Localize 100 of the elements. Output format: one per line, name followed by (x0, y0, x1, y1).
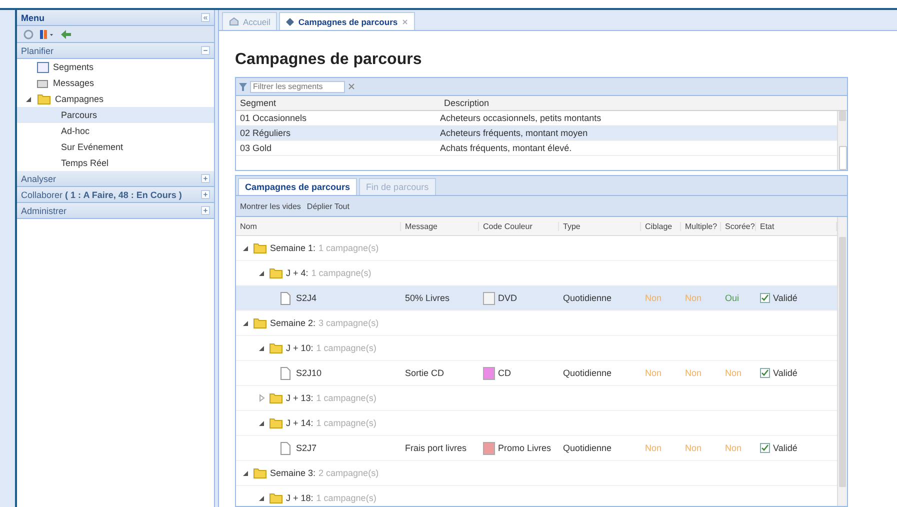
folder-icon (269, 392, 283, 404)
section-title[interactable]: Administrer (21, 206, 67, 216)
expand-icon[interactable] (201, 206, 210, 215)
campaign-row[interactable]: S2J10 Sortie CD CD Quotidienne Non Non Non Validé (236, 361, 837, 386)
flag-cell-text: Non (684, 368, 703, 378)
collapse-button[interactable]: « (201, 13, 210, 22)
message-cell-text: Sortie CD (404, 368, 446, 378)
expanded-arrow-icon[interactable] (242, 319, 250, 327)
folder-icon (253, 242, 267, 254)
checkbox[interactable] (760, 293, 770, 303)
type-cell-text: Quotidienne (562, 368, 613, 378)
segment-row[interactable]: 02 Réguliers Acheteurs fréquents, montant moyen (236, 126, 837, 141)
message-cell-text: 50% Livres (404, 293, 451, 303)
scrollbar[interactable] (837, 217, 847, 506)
collapse-icon[interactable] (201, 46, 210, 55)
group-label[interactable]: J + 13: (286, 393, 314, 403)
section-title[interactable]: Planifier (21, 46, 54, 56)
flag-cell-text: Non (684, 293, 703, 303)
column-header[interactable]: Ciblage (641, 222, 681, 230)
column-header[interactable]: Nom (236, 222, 401, 230)
group-label[interactable]: Semaine 3: (270, 468, 316, 478)
document-icon (280, 292, 291, 304)
description-cell: Acheteurs fréquents, montant moyen (440, 128, 588, 138)
document-icon (280, 442, 291, 454)
column-header[interactable]: Message (401, 222, 479, 230)
group-count: 1 campagne(s) (316, 418, 376, 428)
group-count: 3 campagne(s) (318, 318, 379, 328)
group-label[interactable]: J + 10: (286, 343, 314, 353)
filter-field[interactable]: Filtrer les segments (250, 80, 345, 92)
status-label: Validé (773, 293, 798, 303)
tree-item[interactable]: Ad-hoc (17, 123, 214, 139)
checkbox[interactable] (760, 443, 770, 453)
campaign-row[interactable]: S2J7 Frais port livres Promo Livres Quotidienne Non Non Non Validé (236, 436, 837, 461)
expanded-arrow-icon[interactable] (258, 494, 266, 502)
folder-icon (269, 342, 283, 354)
description-cell: Acheteurs occasionnels, petits montants (440, 113, 602, 123)
clear-icon[interactable] (348, 83, 355, 90)
expanded-arrow-icon[interactable] (25, 95, 33, 103)
campaign-row[interactable]: S2J4 50% Livres DVD Quotidienne Non Non Oui Validé (236, 286, 837, 311)
group-label[interactable]: Semaine 1: (270, 243, 316, 253)
color-code: Promo Livres (498, 443, 552, 453)
expand-icon[interactable] (201, 190, 210, 199)
scrollbar[interactable] (837, 111, 847, 170)
segment-cell-text: 02 Réguliers (239, 128, 292, 138)
checkbox[interactable] (760, 368, 770, 378)
column-header[interactable]: Description (440, 98, 490, 108)
group-count: 1 campagne(s) (316, 343, 376, 353)
tree-item[interactable]: Parcours (17, 107, 214, 123)
section-title[interactable]: Analyser (21, 174, 56, 184)
collapsed-arrow-icon[interactable] (258, 394, 266, 402)
group-label[interactable]: J + 18: (286, 493, 314, 503)
tree-item[interactable]: Segments (53, 62, 94, 72)
expanded-arrow-icon[interactable] (258, 269, 266, 277)
tab[interactable]: Campagnes de parcours (238, 178, 358, 195)
tab-label: Accueil (243, 16, 270, 26)
group-count: 2 campagne(s) (318, 468, 379, 478)
group-count: 1 campagne(s) (316, 493, 376, 503)
tree-item[interactable]: Sur Evénement (17, 139, 214, 155)
expanded-arrow-icon[interactable] (258, 419, 266, 427)
column-header[interactable]: Scorée? (721, 222, 756, 230)
flag-cell-text: Non (724, 443, 743, 453)
column-header[interactable]: Segment (236, 98, 440, 108)
envelope-icon (37, 78, 49, 88)
group-label[interactable]: Semaine 2: (270, 318, 316, 328)
tree-item[interactable]: Messages (53, 78, 94, 88)
color-code: DVD (498, 293, 518, 303)
folder-icon (269, 267, 283, 279)
flag-cell-text: Non (644, 368, 663, 378)
expand-icon[interactable] (201, 174, 210, 183)
color-code: CD (498, 368, 511, 378)
flag-cell-text: Non (724, 368, 743, 378)
campaign-name: S2J4 (296, 293, 317, 303)
folder-icon (269, 492, 283, 504)
campaign-name: S2J7 (296, 443, 317, 453)
folder-icon (253, 317, 267, 329)
type-cell-text: Quotidienne (562, 293, 613, 303)
expanded-arrow-icon[interactable] (242, 244, 250, 252)
segment-row[interactable]: 03 Gold Achats fréquents, montant élevé. (236, 141, 837, 156)
close-icon[interactable] (402, 18, 408, 24)
exit-icon[interactable] (60, 28, 72, 40)
group-label[interactable]: J + 14: (286, 418, 314, 428)
description-cell: Achats fréquents, montant élevé. (440, 143, 572, 153)
folder-icon (269, 417, 283, 429)
tree-item[interactable]: Temps Réel (17, 155, 214, 171)
toolbar-button[interactable]: Déplier Tout (306, 202, 350, 210)
tree-item[interactable]: Campagnes (55, 94, 104, 104)
group-label[interactable]: J + 4: (286, 268, 308, 278)
flag-cell-text: Non (644, 443, 663, 453)
filter-icon (239, 82, 247, 90)
column-header[interactable]: Code Couleur (479, 222, 559, 230)
message-cell-text: Frais port livres (404, 443, 468, 453)
toolbar-button[interactable]: Montrer les vides (240, 202, 301, 210)
status-label: Validé (773, 443, 798, 453)
tab[interactable]: Campagnes de parcours (279, 12, 415, 30)
tab-label: Campagnes de parcours (298, 16, 398, 26)
page-title: Campagnes de parcours (235, 51, 423, 69)
column-header[interactable]: Type (559, 222, 641, 230)
expanded-arrow-icon[interactable] (242, 469, 250, 477)
column-header[interactable]: Multiple? (681, 222, 721, 230)
expanded-arrow-icon[interactable] (258, 344, 266, 352)
